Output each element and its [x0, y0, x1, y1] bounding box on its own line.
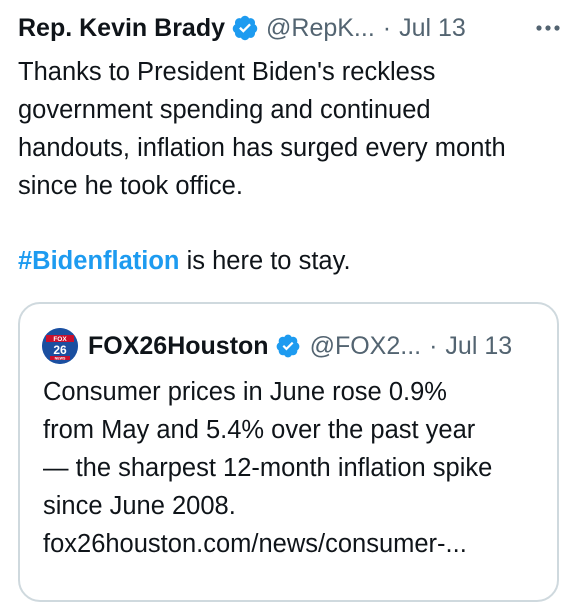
quoted-tweet-header: FOX 26 NEWS FOX26Houston @FOX2... · Jul … — [42, 326, 542, 366]
more-horizontal-icon[interactable] — [533, 16, 563, 40]
logo-text-mid: 26 — [53, 343, 67, 357]
quoted-tweet-body: Consumer prices in June rose 0.9% from M… — [43, 378, 493, 558]
quoted-tweet-timestamp[interactable]: Jul 13 — [445, 332, 512, 361]
separator-dot: · — [382, 13, 392, 42]
author-handle[interactable]: @RepK... — [266, 14, 375, 43]
fox26-logo-icon: FOX 26 NEWS — [42, 328, 78, 364]
quoted-tweet[interactable]: FOX 26 NEWS FOX26Houston @FOX2... · Jul … — [18, 302, 559, 602]
hashtag-line-text: is here to stay. — [179, 247, 351, 275]
verified-badge-icon — [232, 15, 258, 41]
avatar[interactable]: FOX 26 NEWS — [42, 328, 78, 364]
separator-dot: · — [429, 331, 438, 360]
hashtag-link[interactable]: #Bidenflation — [18, 247, 180, 275]
tweet-body: Thanks to President Biden's reckless gov… — [18, 58, 506, 200]
verified-badge-icon — [276, 334, 299, 358]
tweet-hashtag-line: #Bidenflation is here to stay. — [18, 242, 351, 280]
tweet-header: Rep. Kevin Brady @RepK... · Jul 13 — [18, 10, 563, 46]
logo-text-bot: NEWS — [55, 357, 66, 361]
author-name[interactable]: Rep. Kevin Brady — [18, 14, 225, 43]
tweet-timestamp[interactable]: Jul 13 — [399, 14, 466, 43]
quoted-author-handle[interactable]: @FOX2... — [310, 332, 422, 361]
tweet[interactable]: Rep. Kevin Brady @RepK... · Jul 13 Thank… — [0, 0, 579, 602]
logo-text-top: FOX — [53, 336, 67, 343]
quoted-author-name[interactable]: FOX26Houston — [88, 332, 269, 361]
